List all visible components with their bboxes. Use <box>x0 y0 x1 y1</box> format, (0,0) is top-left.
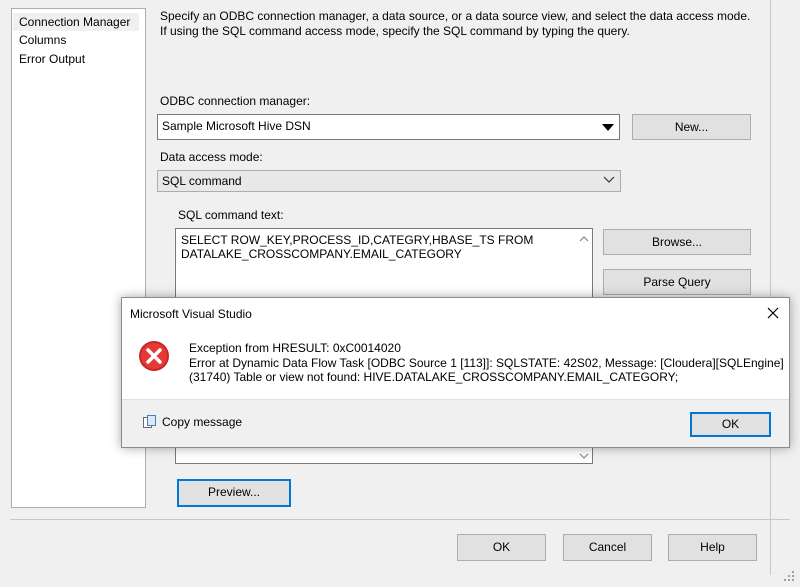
parse-query-button[interactable]: Parse Query <box>603 269 751 295</box>
scroll-down-icon[interactable] <box>579 449 589 459</box>
cancel-button[interactable]: Cancel <box>563 534 652 561</box>
dialog-ok-button[interactable]: OK <box>690 412 771 437</box>
resize-grip-icon[interactable] <box>782 569 796 583</box>
preview-button[interactable]: Preview... <box>177 479 291 507</box>
data-access-mode-select[interactable]: SQL command <box>157 170 621 192</box>
dialog-footer: Copy message OK <box>122 399 789 447</box>
new-connection-button[interactable]: New... <box>632 114 751 140</box>
nav-item-columns[interactable]: Columns <box>13 31 139 49</box>
dialog-title: Microsoft Visual Studio <box>130 307 252 321</box>
error-message-line-1: Exception from HRESULT: 0xC0014020 <box>189 341 401 355</box>
nav-item-error-output[interactable]: Error Output <box>13 50 139 68</box>
nav-item-connection-manager[interactable]: Connection Manager <box>13 13 139 31</box>
close-icon[interactable] <box>762 302 784 324</box>
copy-message-link[interactable]: Copy message <box>142 413 242 431</box>
description-text: Specify an ODBC connection manager, a da… <box>160 9 751 38</box>
sql-line-1: SELECT ROW_KEY,PROCESS_ID,CATEGRY,HBASE_… <box>181 233 534 247</box>
sql-line-2: DATALAKE_CROSSCOMPANY.EMAIL_CATEGORY <box>181 247 462 261</box>
scroll-up-icon[interactable] <box>579 232 589 242</box>
copy-icon <box>142 414 158 430</box>
right-divider <box>770 0 771 575</box>
odbc-connection-select[interactable]: Sample Microsoft Hive DSN <box>157 114 620 140</box>
browse-button[interactable]: Browse... <box>603 229 751 255</box>
ok-button[interactable]: OK <box>457 534 546 561</box>
sql-command-label: SQL command text: <box>178 208 284 222</box>
odbc-connection-label: ODBC connection manager: <box>160 94 311 108</box>
help-button[interactable]: Help <box>668 534 757 561</box>
chevron-down-icon[interactable] <box>598 116 618 138</box>
data-access-mode-label: Data access mode: <box>160 150 263 164</box>
copy-message-label: Copy message <box>162 415 243 429</box>
chevron-down-icon[interactable] <box>602 173 616 187</box>
error-message-line-3: (31740) Table or view not found: HIVE.DA… <box>189 370 679 384</box>
error-dialog: Microsoft Visual Studio Exception from H… <box>121 297 790 448</box>
error-message-line-2: Error at Dynamic Data Flow Task [ODBC So… <box>189 356 784 370</box>
odbc-connection-value: Sample Microsoft Hive DSN <box>162 119 311 133</box>
footer-separator <box>10 519 790 520</box>
data-access-mode-value: SQL command <box>162 174 242 188</box>
error-icon <box>138 340 170 372</box>
